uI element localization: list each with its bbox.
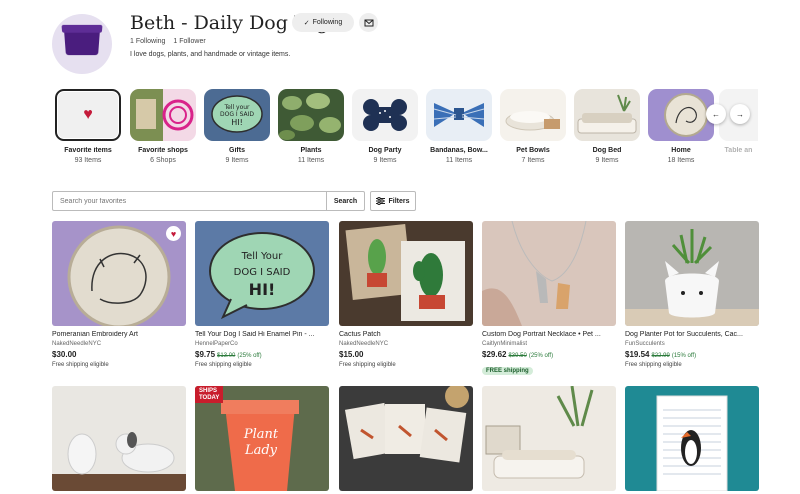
collection-count: 11 Items (445, 157, 473, 164)
follow-stats: 1 Following 1 Follower (130, 38, 206, 45)
free-shipping-badge: FREE shipping (482, 367, 533, 375)
item-shop: HennelPaperCo (195, 341, 238, 347)
collection-plants[interactable]: Plants 11 Items (278, 89, 344, 164)
item-price: $19.54 $22.99 (15% off) (625, 350, 697, 359)
collection-count: 7 Items (521, 157, 545, 164)
collection-count: 9 Items (225, 157, 249, 164)
pin-text-line-2: DOG I SAID (234, 267, 291, 278)
collection-count: 6 Shops (150, 157, 176, 164)
collection-dog-bed[interactable]: Dog Bed 9 Items (574, 89, 640, 164)
next-arrow-icon[interactable]: → (730, 104, 750, 124)
collection-gifts[interactable]: Tell your DOG I SAID HI! Gifts 9 Items (204, 89, 270, 164)
favorite-heart-icon[interactable]: ♥ (166, 226, 181, 241)
item-title[interactable]: Pomeranian Embroidery Art (52, 331, 186, 338)
heart-icon: ♥ (83, 106, 93, 123)
favorites-search: Search (52, 191, 365, 211)
gifts-thumb-line-2: DOG I SAID (220, 111, 254, 118)
filters-button[interactable]: Filters (370, 191, 416, 211)
collection-name: Favorite shops (138, 147, 188, 154)
collection-pet-bowls[interactable]: Pet Bowls 7 Items (500, 89, 566, 164)
item-shipping: Free shipping eligible (52, 362, 109, 368)
filter-icon (376, 197, 386, 205)
collection-name: Table an (724, 147, 753, 154)
item-image[interactable] (482, 386, 616, 491)
item-image[interactable]: SHIPS TODAY Plant Lady (195, 386, 329, 491)
item-shop: NakedNeedleNYC (339, 341, 389, 347)
pin-text-line-1: Tell Your (241, 251, 284, 262)
profile-avatar (52, 14, 112, 74)
item-shop: FunSucculents (625, 341, 665, 347)
filters-label: Filters (388, 197, 410, 205)
item-price: $30.00 (52, 350, 77, 359)
item-title[interactable]: Custom Dog Portrait Necklace • Pet ... (482, 331, 616, 338)
ships-today-badge: SHIPS TODAY (195, 386, 224, 404)
collection-count: 11 Items (297, 157, 325, 164)
item-shipping: Free shipping eligible (625, 362, 682, 368)
previous-arrow-icon[interactable]: ← (706, 104, 726, 124)
item-image[interactable] (625, 221, 759, 326)
item-shipping: Free shipping eligible (339, 362, 396, 368)
collection-name: Gifts (229, 147, 245, 154)
item-card[interactable]: Cactus Patch NakedNeedleNYC $15.00 Free … (339, 221, 473, 368)
search-input[interactable] (53, 192, 326, 210)
item-price: $15.00 (339, 350, 364, 359)
item-card[interactable]: Dog Planter Pot for Succulents, Cac... F… (625, 221, 759, 368)
collection-name: Dog Party (368, 147, 402, 154)
item-price: $9.75 $13.00 (25% off) (195, 350, 262, 359)
item-price: $29.62 $39.50 (25% off) (482, 350, 554, 359)
item-title[interactable]: Dog Planter Pot for Succulents, Cac... (625, 331, 759, 338)
item-card[interactable]: ♥ Pomeranian Embroidery Art NakedNeedleN… (52, 221, 186, 368)
item-image[interactable] (339, 221, 473, 326)
pin-text-line-3: HI! (249, 280, 276, 299)
collection-name: Bandanas, Bow... (430, 147, 488, 154)
collections-row: ♥ Favorite items 93 Items Favorite shops… (52, 89, 758, 169)
collection-name: Home (671, 147, 691, 154)
check-icon: ✓ (303, 19, 310, 27)
envelope-icon (364, 19, 373, 26)
collection-favorite-shops[interactable]: Favorite shops 6 Shops (130, 89, 196, 164)
item-image[interactable] (52, 386, 186, 491)
plant-lady-line-1: Plant (243, 427, 279, 442)
collection-name: Favorite items (64, 147, 112, 154)
collection-scroll: ← → (706, 104, 750, 124)
collection-name: Plants (300, 147, 322, 154)
item-image[interactable] (625, 386, 759, 491)
item-shipping: Free shipping eligible (195, 362, 252, 368)
collection-name: Dog Bed (592, 147, 622, 154)
collection-count: 93 Items (74, 157, 102, 164)
collection-home[interactable]: Home 18 Items (648, 89, 714, 164)
collection-favorite-items[interactable]: ♥ Favorite items 93 Items (55, 89, 121, 164)
plant-lady-line-2: Lady (244, 443, 278, 458)
item-card[interactable]: Custom Dog Portrait Necklace • Pet ... C… (482, 221, 616, 377)
item-image[interactable] (339, 386, 473, 491)
profile-bio: I love dogs, plants, and handmade or vin… (130, 51, 291, 58)
collection-name: Pet Bowls (516, 147, 550, 154)
item-card[interactable] (339, 386, 473, 491)
search-button[interactable]: Search (326, 192, 364, 210)
item-shop: CaitlynMinimalist (482, 341, 528, 347)
item-card[interactable] (482, 386, 616, 491)
item-card[interactable]: Tell Your DOG I SAID HI! Tell Your Dog I… (195, 221, 329, 368)
item-card[interactable]: SHIPS TODAY Plant Lady (195, 386, 329, 491)
item-title[interactable]: Cactus Patch (339, 331, 473, 338)
item-title[interactable]: Tell Your Dog I Said Hi Enamel Pin - ... (195, 331, 329, 338)
item-image[interactable]: Tell Your DOG I SAID HI! (195, 221, 329, 326)
following-label: Following (312, 19, 343, 26)
gifts-thumb-line-3: HI! (231, 118, 243, 127)
collection-count: 9 Items (595, 157, 619, 164)
following-button[interactable]: ✓ Following (292, 13, 354, 32)
item-shop: NakedNeedleNYC (52, 341, 102, 347)
item-card[interactable] (625, 386, 759, 491)
collection-count: 18 Items (667, 157, 695, 164)
collection-bandanas[interactable]: Bandanas, Bow... 11 Items (426, 89, 492, 164)
item-image[interactable]: ♥ (52, 221, 186, 326)
item-card[interactable] (52, 386, 186, 491)
collection-count: 9 Items (373, 157, 397, 164)
gifts-thumb-line-1: Tell your (223, 104, 250, 111)
follower-count-link[interactable]: 1 Follower (173, 38, 205, 45)
collection-dog-party[interactable]: Dog Party 9 Items (352, 89, 418, 164)
following-count-link[interactable]: 1 Following (130, 38, 165, 45)
item-image[interactable] (482, 221, 616, 326)
message-button[interactable] (359, 13, 378, 32)
